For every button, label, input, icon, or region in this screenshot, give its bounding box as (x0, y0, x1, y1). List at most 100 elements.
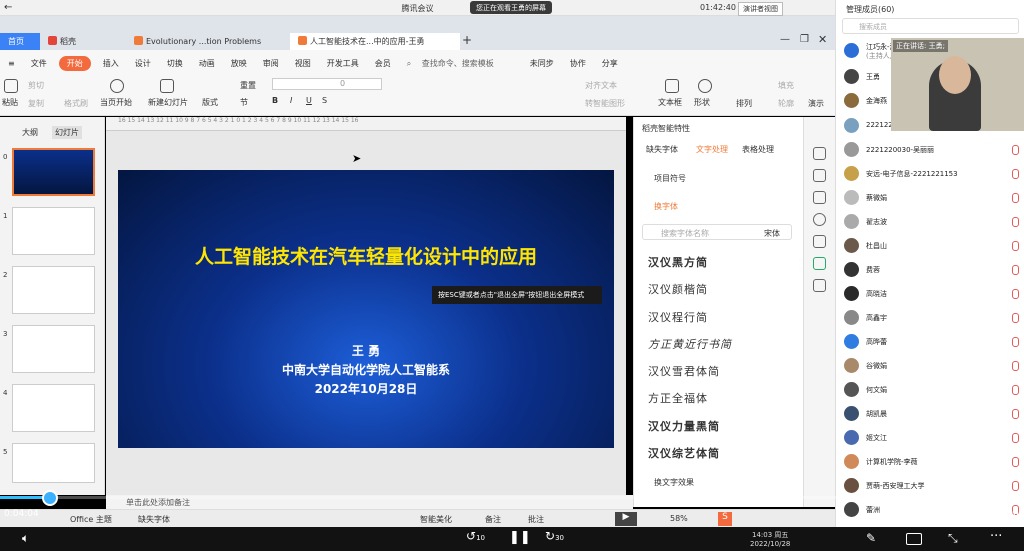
member-row[interactable]: 谷微娟 (842, 356, 1022, 376)
menu-design[interactable]: 设计 (135, 58, 151, 69)
font-family-select[interactable] (272, 78, 382, 90)
font-option[interactable]: 汉仪力量黑简 (648, 418, 720, 434)
collab-button[interactable]: 协作 (570, 58, 586, 69)
zoom-level[interactable]: 58% (670, 514, 688, 523)
restore-icon[interactable]: ❐ (800, 34, 809, 45)
share-button[interactable]: 分享 (602, 58, 618, 69)
smart-graphic-button[interactable]: 转智能图形 (585, 98, 625, 109)
font-option[interactable]: 汉仪综艺体简 (648, 445, 720, 461)
playback-scrubber[interactable] (42, 490, 58, 506)
new-tab-button[interactable]: + (462, 33, 472, 47)
font-option[interactable]: 汉仪程行简 (648, 309, 708, 325)
bullet-section[interactable]: 项目符号 (654, 173, 686, 184)
font-option[interactable]: 方正黄近行书简 (648, 336, 732, 352)
change-font-section[interactable]: 换字体 (654, 201, 678, 212)
location-icon[interactable] (813, 257, 826, 270)
help-icon[interactable] (813, 213, 826, 226)
share-notice[interactable]: 您正在观看王勇的屏幕 (470, 1, 552, 14)
textbox-icon[interactable] (665, 79, 679, 93)
arrange-button[interactable]: 排列 (736, 98, 752, 109)
outline-button[interactable]: 轮廓 (778, 98, 794, 109)
menu-slideshow[interactable]: 放映 (231, 58, 247, 69)
view-mode-dropdown[interactable]: 演讲者视图 (738, 2, 783, 16)
tab-outline[interactable]: 大纲 (22, 127, 38, 138)
tab-evolutionary-doc[interactable]: Evolutionary ...tion Problems (126, 33, 286, 50)
font-option[interactable]: 汉仪雪君体简 (648, 363, 720, 379)
section-button[interactable]: 节 (240, 97, 248, 108)
tab-table-processing[interactable]: 表格处理 (742, 144, 774, 155)
command-search[interactable]: ⌕ 查找命令、搜索模板 (407, 58, 502, 69)
settings-icon[interactable] (813, 147, 826, 160)
menu-review[interactable]: 审阅 (263, 58, 279, 69)
template-icon[interactable] (813, 191, 826, 204)
tab-ai-presentation[interactable]: 人工智能技术在...中的应用-王勇 (290, 33, 460, 50)
forward-icon[interactable]: ↻30 (545, 529, 564, 543)
member-row[interactable]: 翟志波 (842, 212, 1022, 232)
tab-home[interactable]: 首页 (0, 33, 40, 50)
font-size-select[interactable]: 0 (340, 79, 345, 88)
pen-icon[interactable]: ✎ (866, 531, 876, 545)
slide-thumbnail-3[interactable] (12, 266, 95, 314)
menu-devtools[interactable]: 开发工具 (327, 58, 359, 69)
play-from-current-icon[interactable] (110, 79, 124, 93)
volume-icon[interactable]: 🔈︎ (22, 531, 29, 546)
member-row[interactable]: 胡凯晨 (842, 404, 1022, 424)
pause-icon[interactable]: ❚❚ (509, 530, 531, 545)
menu-member[interactable]: 会员 (375, 58, 391, 69)
fill-button[interactable]: 填充 (778, 80, 794, 91)
new-slide-icon[interactable] (160, 79, 174, 93)
member-row[interactable]: 何文娟 (842, 380, 1022, 400)
comments-toggle[interactable]: 批注 (528, 514, 544, 525)
menu-file[interactable]: 文件 (31, 58, 47, 69)
menu-start[interactable]: 开始 (58, 55, 91, 71)
member-row[interactable]: 高晓洁 (842, 284, 1022, 304)
speaker-video[interactable]: 正在讲话: 王勇; (891, 38, 1024, 131)
smart-beautify-button[interactable]: 智能美化 (420, 514, 452, 525)
align-text-button[interactable]: 对齐文本 (585, 80, 617, 91)
member-search-input[interactable]: 搜索成员 (842, 18, 1019, 34)
exit-fullscreen-icon[interactable]: ⤡ (948, 531, 958, 546)
font-option[interactable]: 汉仪颜楷简 (648, 281, 708, 297)
format-painter-button[interactable]: 格式刷 (64, 98, 88, 109)
missing-font-status[interactable]: 缺失字体 (138, 514, 170, 525)
member-row[interactable]: 蔡微娟 (842, 188, 1022, 208)
slide-thumbnail-2[interactable] (12, 207, 95, 255)
rewind-icon[interactable]: ↺10 (466, 529, 485, 543)
shape-icon[interactable] (698, 79, 712, 93)
slide-thumbnail-4[interactable] (12, 325, 95, 373)
tab-daoke[interactable]: 稻壳 (40, 33, 126, 50)
member-row[interactable]: 杜昌山 (842, 236, 1022, 256)
notes-toggle[interactable]: 备注 (485, 514, 501, 525)
font-option[interactable]: 方正全福体 (648, 390, 708, 406)
presentation-button[interactable]: 演示 (808, 98, 824, 109)
more-icon[interactable]: ··· (990, 529, 1002, 544)
menu-transition[interactable]: 切换 (167, 58, 183, 69)
tab-missing-font[interactable]: 缺失字体 (646, 144, 678, 155)
tab-slides[interactable]: 幻灯片 (52, 126, 82, 139)
current-slide[interactable]: 人工智能技术在汽车轻量化设计中的应用 王 勇 中南大学自动化学院人工智能系 20… (118, 170, 614, 448)
layout-button[interactable]: 版式 (202, 97, 218, 108)
paste-icon[interactable] (4, 79, 18, 93)
italic-button[interactable]: I (290, 96, 292, 105)
member-row[interactable]: 高晔蕾 (842, 332, 1022, 352)
slide-thumbnail-6[interactable] (12, 443, 95, 483)
font-mode[interactable]: 宋体 (764, 228, 780, 239)
sogou-ime-icon[interactable]: S (718, 512, 732, 526)
hamburger-icon[interactable]: ≡ (8, 59, 15, 68)
close-icon[interactable]: ✕ (818, 33, 827, 46)
minimize-icon[interactable]: — (780, 34, 790, 45)
playback-progress-track[interactable] (0, 496, 1024, 499)
sync-button[interactable]: 未同步 (530, 58, 554, 69)
font-effect-section[interactable]: 换文字效果 (654, 477, 694, 488)
slide-thumbnail-5[interactable] (12, 384, 95, 432)
window-mode-icon[interactable] (906, 533, 922, 545)
play-icon[interactable]: ▶ (615, 512, 637, 526)
member-row[interactable]: 计算机学院-李薇 (842, 452, 1022, 472)
reset-button[interactable]: 重置 (240, 80, 256, 91)
member-row[interactable]: 费蓉 (842, 260, 1022, 280)
member-row[interactable]: 安远-电子信息-2221221153 (842, 164, 1022, 184)
underline-button[interactable]: U (306, 96, 312, 105)
image-icon[interactable] (813, 235, 826, 248)
slide-thumbnail-1[interactable] (12, 148, 95, 196)
menu-view[interactable]: 视图 (295, 58, 311, 69)
